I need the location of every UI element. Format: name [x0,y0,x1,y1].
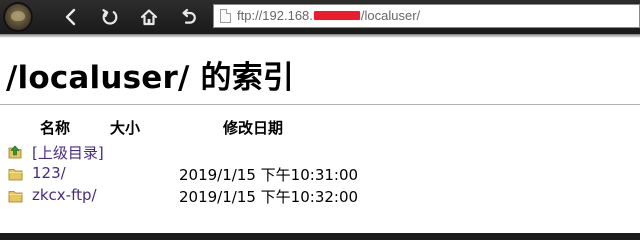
browser-toolbar: ftp://192.168. /localuser/ [0,0,640,34]
home-button[interactable] [136,4,162,30]
back-icon [65,8,76,26]
folder-icon [8,169,23,181]
back-button[interactable] [58,4,84,30]
list-item: zkcx-ftp/ 2019/1/15 下午10:32:00 [0,185,640,207]
url-prefix: ftp://192.168. [237,8,313,23]
toolbar-shadow [0,34,640,38]
url-suffix: /localuser/ [360,8,421,23]
refresh-button[interactable] [97,4,123,30]
browser-logo-icon[interactable] [3,2,33,32]
folder-icon [8,191,23,203]
page-icon [220,9,231,23]
folder-link[interactable]: zkcx-ftp/ [32,186,97,204]
parent-directory-link[interactable]: [上级目录] [32,142,104,163]
column-header-size[interactable]: 大小 [110,117,140,138]
title-divider [0,104,640,105]
modified-date: 2019/1/15 下午10:32:00 [179,188,359,206]
undo-icon [182,8,196,24]
modified-date: 2019/1/15 下午10:31:00 [179,166,359,184]
folder-link[interactable]: 123/ [32,164,66,182]
up-folder-icon [8,145,22,159]
refresh-icon [102,9,118,25]
undo-button[interactable] [175,4,201,30]
column-header-modified[interactable]: 修改日期 [223,117,283,138]
home-icon [140,9,158,26]
list-item: [上级目录] [0,141,640,163]
url-text[interactable]: ftp://192.168. /localuser/ [237,8,420,23]
bottom-bar [0,233,640,240]
list-item: 123/ 2019/1/15 下午10:31:00 [0,163,640,185]
address-bar[interactable]: ftp://192.168. /localuser/ [213,4,640,28]
column-header-name[interactable]: 名称 [40,117,70,138]
url-redaction [313,11,360,20]
page-title: /localuser/ 的索引 [6,60,295,96]
